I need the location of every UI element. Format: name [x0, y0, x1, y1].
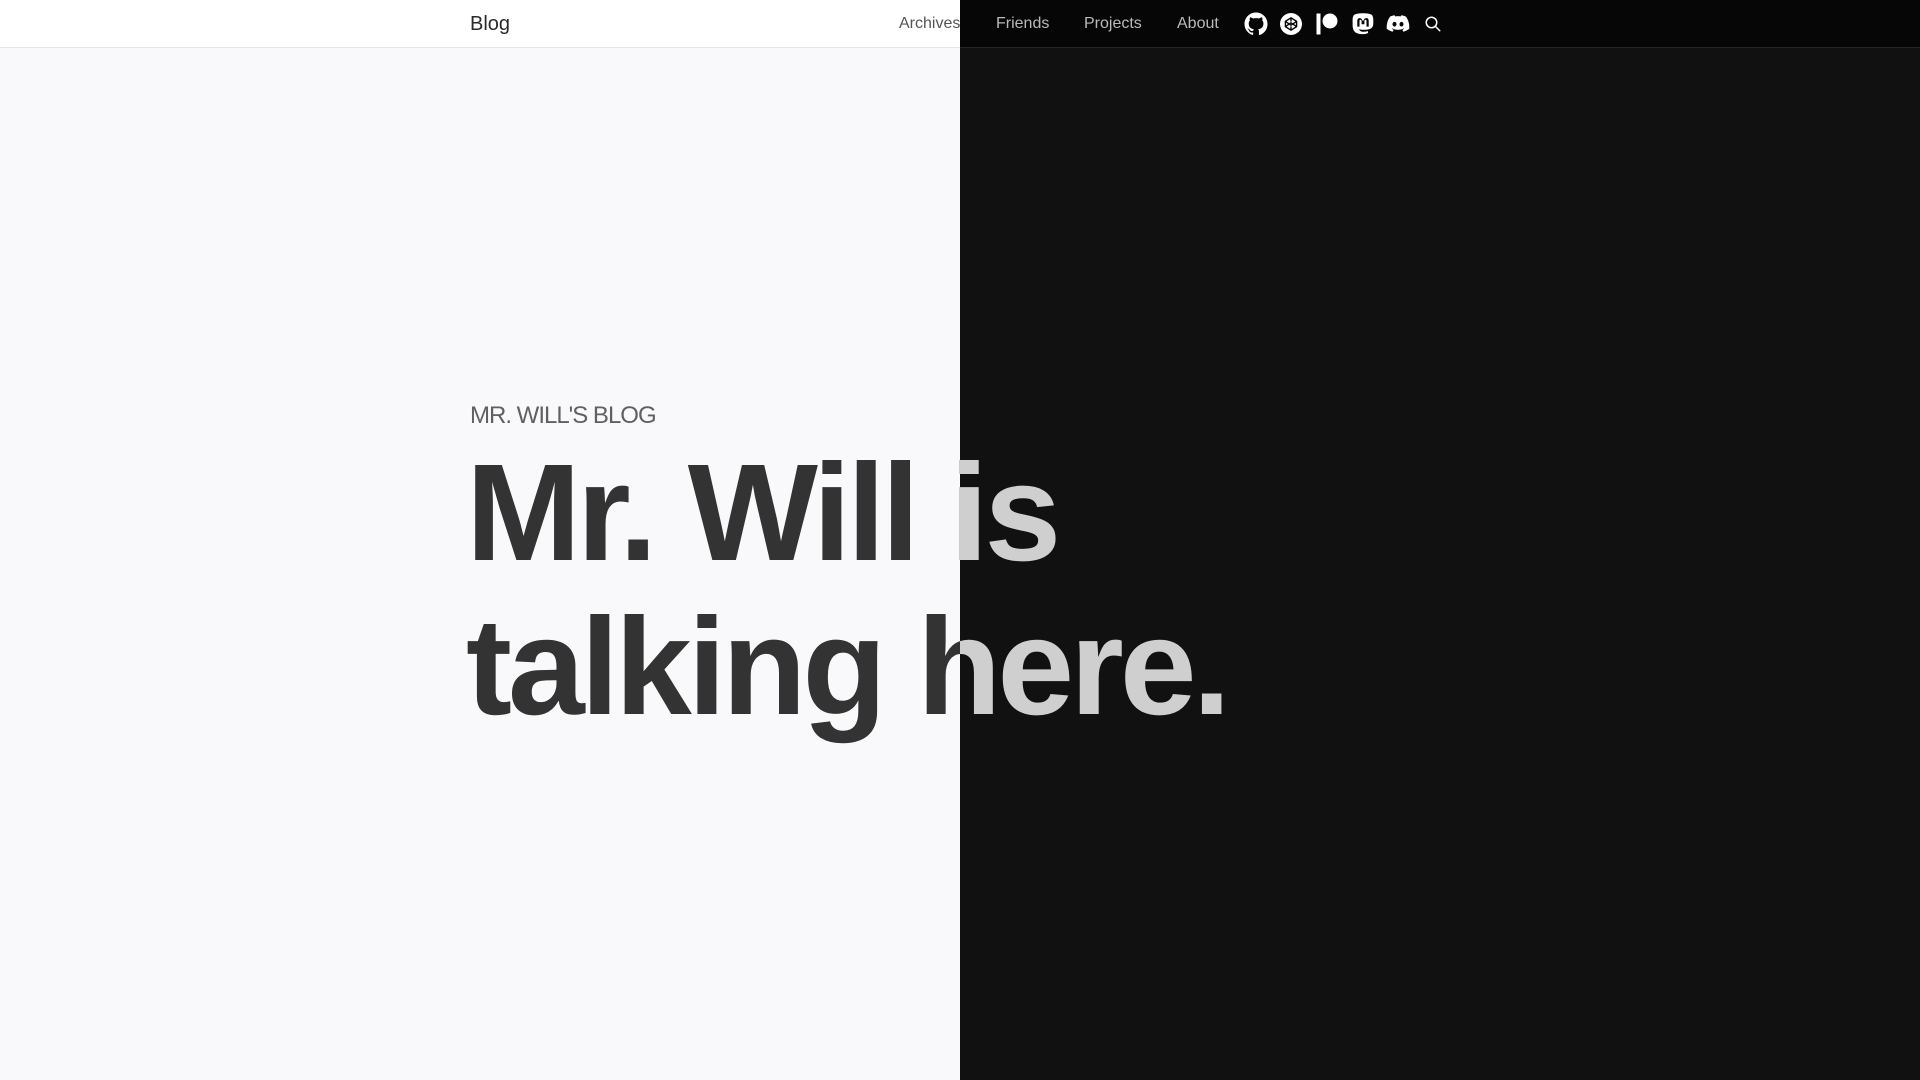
discord-icon[interactable]: [1386, 12, 1410, 36]
github-icon[interactable]: [1244, 12, 1268, 36]
search-icon[interactable]: [1422, 13, 1444, 35]
nav-about-link[interactable]: About: [1177, 14, 1219, 34]
nav-archives-link[interactable]: Archives: [899, 14, 960, 34]
nav-friends-link[interactable]: Friends: [996, 14, 1049, 34]
patreon-icon[interactable]: [1315, 12, 1339, 36]
hero-kicker: MR. WILL'S BLOG: [470, 402, 657, 429]
nav-projects-link[interactable]: Projects: [1084, 14, 1142, 34]
site-brand-link[interactable]: Blog: [470, 12, 510, 36]
mastodon-icon[interactable]: [1351, 12, 1375, 36]
codepen-icon[interactable]: [1279, 12, 1303, 36]
